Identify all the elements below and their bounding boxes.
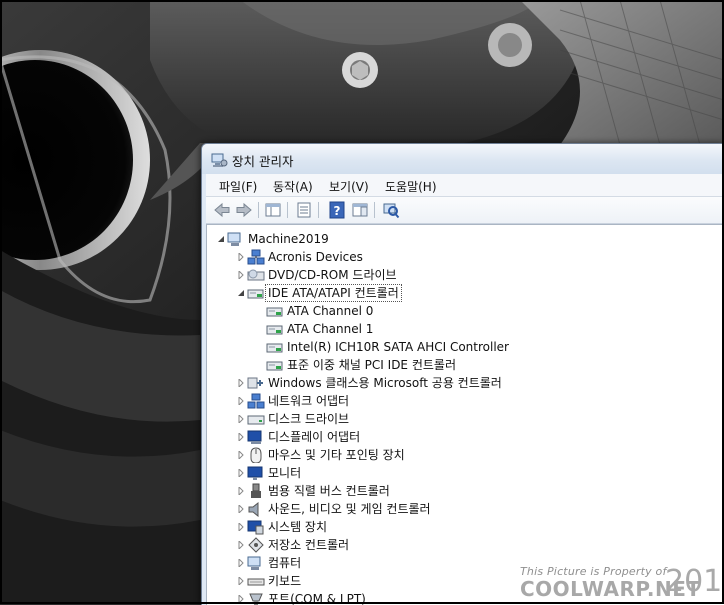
console-tree-icon[interactable] [264,201,282,219]
expand-arrow-icon[interactable] [237,541,245,549]
tree-item-label: Intel(R) ICH10R SATA AHCI Controller [287,340,509,354]
storage-controller-icon [248,537,264,553]
mouse-icon [250,447,262,463]
menu-view[interactable]: 보기(V) [329,178,369,195]
ide-controller-icon [266,361,283,371]
menu-action[interactable]: 동작(A) [273,178,313,195]
keyboard-icon [247,578,265,586]
expand-arrow-icon[interactable] [237,469,245,477]
menu-help[interactable]: 도움말(H) [385,178,437,195]
tree-item-label: 네트워크 어댑터 [268,394,350,408]
port-icon [249,593,263,605]
back-arrow-icon[interactable] [213,201,231,219]
ide-controller-icon [266,343,283,353]
watermark-year: 2011 [665,564,724,599]
collapse-arrow-icon[interactable] [237,289,245,297]
scan-hardware-icon[interactable] [382,201,400,219]
title-bar[interactable]: 장치 관리자 [202,144,724,174]
expand-arrow-icon[interactable] [237,271,245,279]
tree-item-label: ATA Channel 0 [287,304,374,318]
tree-item-label: 디스플레이 어댑터 [268,430,361,444]
window-title: 장치 관리자 [232,154,294,169]
tree-item-label: 사운드, 비디오 및 게임 컨트롤러 [268,502,431,516]
ide-controller-icon [247,289,264,299]
svg-text:?: ? [334,204,341,218]
monitor-icon [247,466,263,480]
device-tree: Machine2019 Acronis Devices DVD/CD-ROM 드라이… [206,224,724,605]
watermark: This Picture is Property of COOLWARP.NET… [520,563,724,601]
toolbar-separator [374,202,375,218]
usb-controller-icon [247,377,263,389]
usb-plug-icon [251,483,261,498]
toolbar-separator [318,202,319,218]
collapse-arrow-icon[interactable] [217,235,225,243]
tree-item-label: 범용 직렬 버스 컨트롤러 [268,484,390,498]
forward-arrow-icon[interactable] [235,201,253,219]
tree-item-label: 마우스 및 기타 포인팅 장치 [268,448,405,462]
tree-item-label: ATA Channel 1 [287,322,374,336]
network-device-icon [247,249,265,265]
expand-arrow-icon[interactable] [237,523,245,531]
computer-icon [227,232,241,246]
expand-arrow-icon[interactable] [237,487,245,495]
expand-arrow-icon[interactable] [237,397,245,405]
device-manager-window: 장치 관리자 파일(F) 동작(A) 보기(V) 도움말(H) ? Machin… [201,143,724,605]
expand-arrow-icon[interactable] [237,433,245,441]
ide-controller-icon [266,307,283,317]
action-pane-icon[interactable] [351,201,369,219]
expand-arrow-icon[interactable] [237,577,245,585]
toolbar-separator [258,202,259,218]
tree-item-label: 포트(COM & LPT) [268,592,366,605]
tree-item-label: 표준 이중 채널 PCI IDE 컨트롤러 [287,358,456,372]
expand-arrow-icon[interactable] [237,415,245,423]
expand-arrow-icon[interactable] [237,505,245,513]
tree-item-label: Acronis Devices [268,250,363,264]
menu-file[interactable]: 파일(F) [219,178,257,195]
tree-item-label: 모니터 [268,466,302,480]
system-device-icon [247,520,264,535]
tree-item-label: 키보드 [268,574,302,588]
tree-item-label: 시스템 장치 [268,520,328,534]
speaker-icon [248,501,259,517]
tree-item-label: 저장소 컨트롤러 [268,538,350,552]
tree-item-label: 컴퓨터 [268,556,302,570]
properties-icon[interactable] [295,201,313,219]
toolbar: ? [206,197,724,224]
expand-arrow-icon[interactable] [237,559,245,567]
tree-item-label: DVD/CD-ROM 드라이브 [268,268,397,282]
tree-item-label: 디스크 드라이브 [268,412,350,426]
disk-drive-icon [247,415,265,425]
display-adapter-icon [247,430,262,444]
menu-bar: 파일(F) 동작(A) 보기(V) 도움말(H) [206,174,724,197]
tree-item-label: Machine2019 [248,232,329,246]
expand-arrow-icon[interactable] [237,451,245,459]
device-manager-icon [211,153,228,167]
expand-arrow-icon[interactable] [237,595,245,603]
network-adapter-icon [247,393,265,409]
expand-arrow-icon[interactable] [237,253,245,261]
ide-controller-icon [266,325,283,335]
tree-item-label: Windows 클래스용 Microsoft 공용 컨트롤러 [268,376,502,390]
expand-arrow-icon[interactable] [237,379,245,387]
toolbar-separator [287,202,288,218]
dvd-drive-icon [247,269,265,281]
computer-icon [247,556,261,570]
tree-item-label: IDE ATA/ATAPI 컨트롤러 [265,284,402,302]
help-icon[interactable]: ? [328,201,346,219]
